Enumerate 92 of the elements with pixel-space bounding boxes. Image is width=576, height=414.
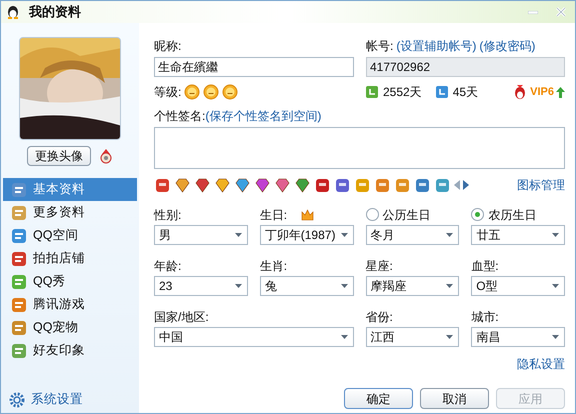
right-arrow-icon[interactable] xyxy=(463,180,469,190)
sidebar-item[interactable]: QQ秀 xyxy=(3,270,137,293)
dropdown[interactable]: 中国 xyxy=(154,327,354,347)
caret-icon xyxy=(234,284,242,288)
nickname-field[interactable]: 生命在繽繼 xyxy=(154,57,354,77)
dialog-button[interactable]: 确定 xyxy=(344,388,413,409)
caret-icon xyxy=(446,284,454,288)
icon-manage-link[interactable]: 图标管理 xyxy=(517,176,565,194)
field-label: 省份: xyxy=(366,308,393,326)
sidebar-item[interactable]: 好友印象 xyxy=(3,339,137,362)
item-icon xyxy=(11,250,27,266)
caret-icon xyxy=(446,335,454,339)
field-label: 年龄: xyxy=(154,258,182,274)
field-label: 血型: xyxy=(471,258,499,274)
gem-icon[interactable] xyxy=(234,178,251,192)
signature-field[interactable] xyxy=(154,127,565,169)
item-icon xyxy=(11,342,27,358)
account-field[interactable]: 417702962 xyxy=(366,57,565,77)
field-label: 国家/地区: xyxy=(154,308,209,326)
sidebar-item[interactable]: QQ宠物 xyxy=(3,316,137,339)
field-label: 星座: xyxy=(366,258,393,274)
caret-icon xyxy=(446,233,454,237)
dialog-button[interactable]: 取消 xyxy=(420,388,489,409)
sidebar-item[interactable]: 更多资料 xyxy=(3,201,137,224)
caret-icon xyxy=(234,233,242,237)
active-days: 2552天 xyxy=(383,83,422,101)
change-avatar-button[interactable]: 更换头像 xyxy=(27,146,91,166)
field-label: 性别: xyxy=(154,206,182,224)
field-label: 城市: xyxy=(471,308,499,326)
nickname-label: 昵称: xyxy=(154,38,182,55)
dropdown[interactable]: 丁卯年(1987) xyxy=(260,225,354,245)
badge-icon[interactable] xyxy=(314,178,331,192)
item-icon xyxy=(11,228,27,244)
gem-icon[interactable] xyxy=(254,178,271,192)
gem-icon[interactable] xyxy=(214,178,231,192)
caret-icon xyxy=(552,233,559,237)
signature-label: 个性签名: xyxy=(154,108,206,123)
dropdown[interactable]: O型 xyxy=(471,276,565,296)
dropdown[interactable]: 江西 xyxy=(366,327,460,347)
sidebar-item[interactable]: 腾讯游戏 xyxy=(3,293,137,316)
field-label: 生日: xyxy=(260,206,288,224)
up-arrow-icon xyxy=(556,86,565,98)
item-icon xyxy=(11,320,27,336)
caret-icon xyxy=(552,284,559,288)
badge-icon[interactable] xyxy=(414,178,431,192)
signature-link[interactable]: (保存个性签名到空间) xyxy=(205,107,322,123)
dropdown[interactable]: 摩羯座 xyxy=(366,276,460,296)
field-label: 生肖: xyxy=(260,258,288,274)
sun-icon xyxy=(222,84,238,100)
sidebar-item[interactable]: 拍拍店铺 xyxy=(3,247,137,270)
radio-button[interactable] xyxy=(471,208,484,221)
field-label: 农历生日 xyxy=(488,206,536,224)
settings-label[interactable]: 系统设置 xyxy=(31,390,83,409)
privacy-settings-link[interactable]: 隐私设置 xyxy=(517,355,565,373)
vip-level: VIP6 xyxy=(530,84,554,100)
dropdown[interactable]: 南昌 xyxy=(471,327,565,347)
caret-icon xyxy=(340,233,348,237)
badge-icon[interactable] xyxy=(434,178,451,192)
badge-icon[interactable] xyxy=(394,178,411,192)
gem-icon[interactable] xyxy=(294,178,311,192)
online-days: 45天 xyxy=(452,83,478,101)
left-arrow-icon[interactable] xyxy=(454,180,460,190)
gear-icon[interactable] xyxy=(9,392,25,408)
caret-icon xyxy=(552,335,559,339)
item-icon xyxy=(11,204,27,220)
window-title: 我的资料 xyxy=(29,3,81,22)
level-label: 等级: xyxy=(154,84,182,101)
caret-icon xyxy=(340,335,348,339)
dropdown[interactable]: 兔 xyxy=(260,276,354,296)
sun-icon xyxy=(184,84,200,100)
dropdown[interactable]: 冬月 xyxy=(366,225,460,245)
sidebar-item[interactable]: QQ空间 xyxy=(3,224,137,247)
item-icon xyxy=(11,296,27,312)
sun-icon xyxy=(203,84,220,100)
dropdown[interactable]: 廿五 xyxy=(471,225,565,245)
badge-icon[interactable] xyxy=(374,178,391,192)
gem-icon[interactable] xyxy=(274,178,291,192)
gem-icon[interactable] xyxy=(174,178,191,192)
sidebar-item[interactable]: 基本资料 xyxy=(3,178,137,201)
badge-icon[interactable] xyxy=(334,178,351,192)
account-link[interactable]: (设置辅助帐号) xyxy=(396,37,476,55)
item-icon xyxy=(11,182,27,198)
close-button[interactable] xyxy=(556,7,566,17)
dropdown[interactable]: 男 xyxy=(154,225,248,245)
item-icon xyxy=(11,274,27,290)
radio-button[interactable] xyxy=(366,208,378,221)
caret-icon xyxy=(340,284,348,288)
account-link[interactable]: (修改密码) xyxy=(479,37,536,55)
gem-icon[interactable] xyxy=(194,178,211,192)
field-label: 公历生日 xyxy=(382,206,430,224)
dropdown[interactable]: 23 xyxy=(154,276,248,296)
account-label: 帐号: xyxy=(366,38,394,55)
